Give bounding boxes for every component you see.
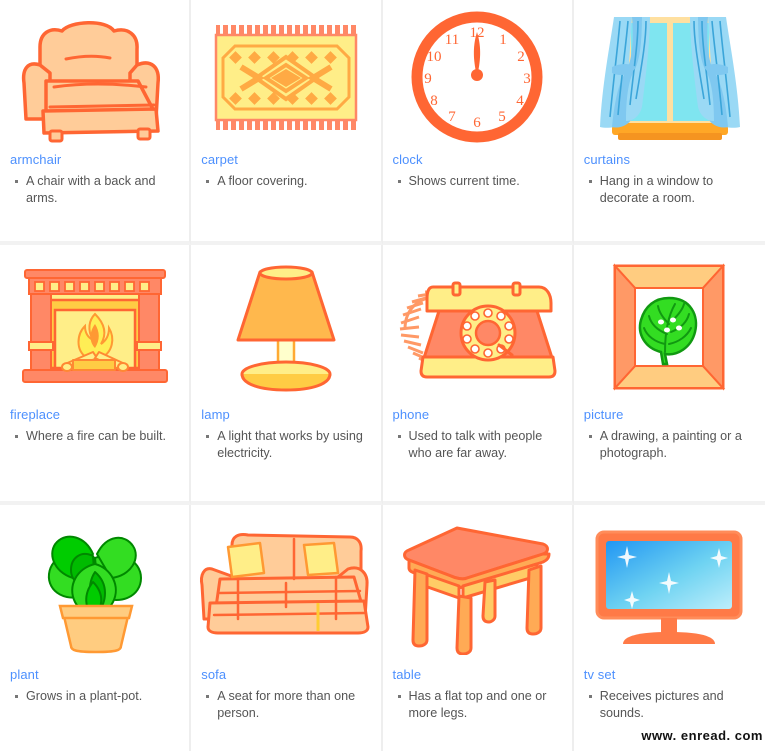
definition-item: A drawing, a painting or a photograph. bbox=[588, 428, 757, 462]
term-label: curtains bbox=[583, 152, 631, 167]
armchair-illustration bbox=[0, 0, 189, 150]
clock-number: 2 bbox=[517, 49, 525, 65]
definition-item: Where a fire can be built. bbox=[14, 428, 181, 445]
term-label: carpet bbox=[201, 152, 238, 167]
clock-number: 7 bbox=[448, 109, 456, 125]
vocabulary-card-fireplace[interactable]: fireplace Where a fire can be built. bbox=[0, 245, 192, 505]
clock-number: 10 bbox=[426, 49, 441, 65]
term-label: sofa bbox=[201, 667, 227, 682]
plant-illustration bbox=[0, 505, 189, 665]
sofa-illustration bbox=[191, 505, 380, 665]
definition-item: A chair with a back and arms. bbox=[14, 173, 181, 207]
term-label: armchair bbox=[10, 152, 62, 167]
picture-illustration bbox=[574, 245, 765, 405]
vocabulary-card-table[interactable]: table Has a flat top and one or more leg… bbox=[382, 505, 574, 751]
term-label: fireplace bbox=[10, 407, 61, 422]
clock-illustration: 12 1 2 3 4 5 6 7 8 9 10 11 bbox=[383, 0, 572, 150]
definition-list: Receives pictures and sounds. bbox=[574, 688, 765, 724]
vocabulary-card-grid: armchair A chair with a back and arms. c… bbox=[0, 0, 765, 751]
vocabulary-card-lamp[interactable]: lamp A light that works by using electri… bbox=[191, 245, 383, 505]
definition-list: Used to talk with people who are far awa… bbox=[383, 428, 572, 464]
definition-item: Used to talk with people who are far awa… bbox=[397, 428, 564, 462]
definition-list: A chair with a back and arms. bbox=[0, 173, 189, 209]
definition-item: A light that works by using electricity. bbox=[206, 428, 372, 462]
vocabulary-card-carpet[interactable]: carpet A floor covering. bbox=[191, 0, 383, 245]
vocabulary-card-curtains[interactable]: curtains Hang in a window to decorate a … bbox=[573, 0, 765, 245]
vocabulary-card-clock[interactable]: 12 1 2 3 4 5 6 7 8 9 10 11 clock Sho bbox=[382, 0, 574, 245]
clock-number: 8 bbox=[430, 93, 438, 109]
site-watermark: www. enread. com bbox=[641, 728, 763, 743]
definition-item: Receives pictures and sounds. bbox=[588, 688, 757, 722]
term-label: tv set bbox=[583, 667, 616, 682]
definition-item: A seat for more than one person. bbox=[206, 688, 372, 722]
term-label: picture bbox=[583, 407, 624, 422]
definition-list: A seat for more than one person. bbox=[191, 688, 380, 724]
clock-number: 3 bbox=[523, 71, 531, 87]
definition-list: Shows current time. bbox=[383, 173, 572, 192]
definition-list: A drawing, a painting or a photograph. bbox=[574, 428, 765, 464]
phone-illustration bbox=[383, 245, 572, 405]
lamp-illustration bbox=[191, 245, 380, 405]
definition-list: Grows in a plant-pot. bbox=[0, 688, 189, 707]
definition-item: Grows in a plant-pot. bbox=[14, 688, 181, 705]
term-label: table bbox=[392, 667, 422, 682]
definition-list: A floor covering. bbox=[191, 173, 380, 192]
term-label: plant bbox=[10, 667, 39, 682]
clock-number: 9 bbox=[424, 71, 432, 87]
vocabulary-card-phone[interactable]: phone Used to talk with people who are f… bbox=[382, 245, 574, 505]
tv-set-illustration bbox=[574, 505, 765, 665]
vocabulary-card-tv-set[interactable]: tv set Receives pictures and sounds. www… bbox=[573, 505, 765, 751]
clock-number: 5 bbox=[498, 109, 506, 125]
carpet-illustration bbox=[191, 0, 380, 150]
definition-item: A floor covering. bbox=[206, 173, 372, 190]
clock-number: 1 bbox=[499, 32, 507, 48]
clock-number: 11 bbox=[444, 32, 458, 48]
fireplace-illustration bbox=[0, 245, 189, 405]
vocabulary-card-picture[interactable]: picture A drawing, a painting or a photo… bbox=[573, 245, 765, 505]
term-label: phone bbox=[392, 407, 430, 422]
clock-number: 4 bbox=[516, 93, 524, 109]
vocabulary-card-armchair[interactable]: armchair A chair with a back and arms. bbox=[0, 0, 192, 245]
definition-list: Hang in a window to decorate a room. bbox=[574, 173, 765, 209]
vocabulary-card-sofa[interactable]: sofa A seat for more than one person. bbox=[191, 505, 383, 751]
definition-list: Where a fire can be built. bbox=[0, 428, 189, 447]
definition-list: A light that works by using electricity. bbox=[191, 428, 380, 464]
definition-list: Has a flat top and one or more legs. bbox=[383, 688, 572, 724]
definition-item: Shows current time. bbox=[397, 173, 564, 190]
table-illustration bbox=[383, 505, 572, 665]
curtains-illustration bbox=[574, 0, 765, 150]
definition-item: Has a flat top and one or more legs. bbox=[397, 688, 564, 722]
term-label: lamp bbox=[201, 407, 230, 422]
clock-number: 6 bbox=[473, 115, 481, 131]
term-label: clock bbox=[392, 152, 423, 167]
vocabulary-card-plant[interactable]: plant Grows in a plant-pot. bbox=[0, 505, 192, 751]
definition-item: Hang in a window to decorate a room. bbox=[588, 173, 757, 207]
